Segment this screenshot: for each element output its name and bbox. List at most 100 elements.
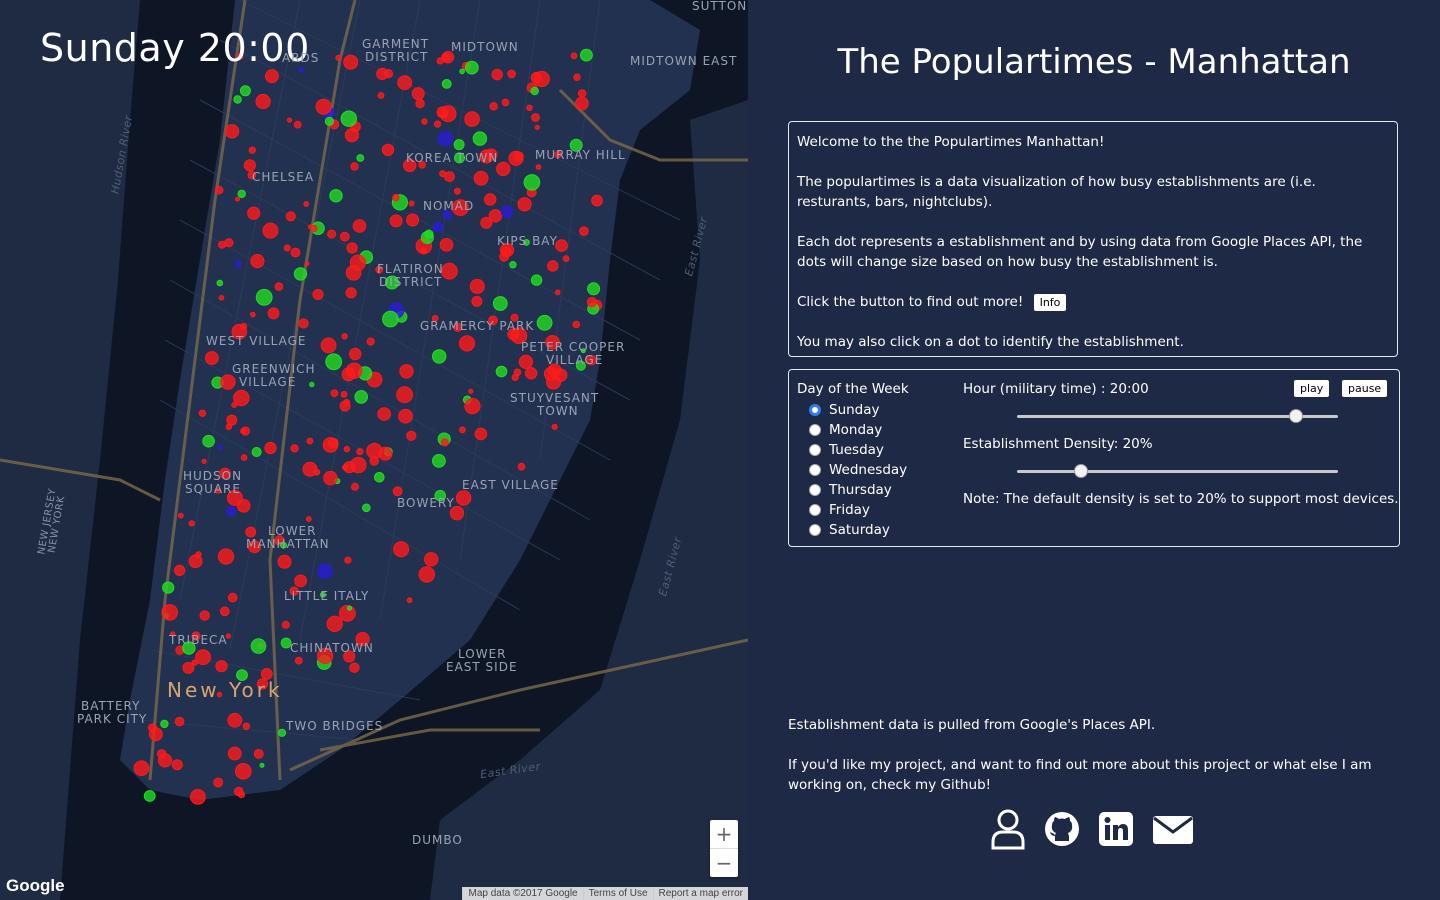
establishment-dot[interactable] [250,638,267,654]
establishment-dot[interactable] [227,592,238,603]
linkedin-icon[interactable] [1098,811,1134,847]
establishment-dot[interactable] [399,364,414,379]
establishment-dot[interactable] [439,105,457,123]
establishment-dot[interactable] [344,128,359,143]
establishment-dot[interactable] [251,447,262,457]
establishment-dot[interactable] [239,85,251,97]
establishment-dot[interactable] [290,247,301,258]
establishment-dot[interactable] [190,789,206,805]
establishment-dot[interactable] [408,200,415,207]
establishment-dot[interactable] [513,151,524,162]
establishment-dot[interactable] [188,520,195,527]
establishment-dot[interactable] [227,712,243,728]
establishment-dot[interactable] [343,445,351,453]
establishment-dot[interactable] [285,211,296,222]
establishment-dot[interactable] [397,75,413,91]
establishment-dot[interactable] [382,310,399,328]
establishment-dot[interactable] [420,247,428,255]
day-option-wednesday[interactable]: Wednesday [797,460,909,480]
establishment-dot[interactable] [418,566,435,583]
establishment-dot[interactable] [535,164,542,170]
establishment-dot[interactable] [439,170,447,178]
establishment-dot[interactable] [421,118,428,125]
establishment-dot[interactable] [432,454,446,468]
github-icon[interactable] [1044,811,1080,847]
report-error-link[interactable]: Report a map error [652,887,748,900]
day-option-thursday[interactable]: Thursday [797,480,909,500]
establishment-dot[interactable] [329,189,343,203]
establishment-dot[interactable] [511,373,519,381]
establishment-dot[interactable] [201,458,207,464]
establishment-dot[interactable] [455,490,472,506]
establishment-dot[interactable] [500,205,514,219]
establishment-dot[interactable] [327,229,337,239]
establishment-dot[interactable] [293,120,302,129]
establishment-dot[interactable] [572,320,581,329]
establishment-dot[interactable] [570,52,578,60]
establishment-dot[interactable] [492,296,508,311]
establishment-dot[interactable] [309,381,315,388]
establishment-dot[interactable] [530,86,539,96]
establishment-dot[interactable] [458,335,476,352]
establishment-dot[interactable] [143,790,156,802]
establishment-dot[interactable] [218,295,225,301]
day-option-sunday[interactable]: Sunday [797,400,909,420]
establishment-dot[interactable] [202,434,215,448]
establishment-dot[interactable] [293,267,308,281]
establishment-dot[interactable] [310,224,318,232]
establishment-dot[interactable] [352,219,367,233]
day-radio-monday[interactable] [809,424,821,436]
establishment-dot[interactable] [281,620,290,629]
establishment-dot[interactable] [562,255,570,263]
establishment-dot[interactable] [235,763,252,780]
establishment-dot[interactable] [441,79,452,89]
establishment-dot[interactable] [174,564,186,577]
zoom-in-button[interactable]: + [710,820,738,848]
establishment-dot[interactable] [474,427,488,441]
establishment-dot[interactable] [160,719,169,729]
establishment-dot[interactable] [464,111,480,127]
establishment-dot[interactable] [441,262,458,280]
establishment-dot[interactable] [349,662,360,673]
establishment-dot[interactable] [162,581,175,594]
establishment-dot[interactable] [303,201,310,207]
establishment-dot[interactable] [218,240,226,249]
density-slider[interactable] [1017,464,1338,478]
establishment-dot[interactable] [580,48,593,62]
establishment-dot[interactable] [432,349,447,364]
establishment-dot[interactable] [267,307,280,320]
establishment-dot[interactable] [262,222,279,239]
info-button[interactable]: Info [1033,293,1067,311]
establishment-dot[interactable] [339,400,351,412]
establishment-dot[interactable] [517,462,526,471]
establishment-dot[interactable] [345,287,357,299]
establishment-dot[interactable] [356,448,364,456]
establishment-dot[interactable] [149,727,163,742]
establishment-dot[interactable] [473,170,489,186]
establishment-dot[interactable] [472,131,488,146]
establishment-dot[interactable] [396,386,414,404]
establishment-dot[interactable] [248,146,256,154]
establishment-dot[interactable] [534,124,540,130]
establishment-dot[interactable] [214,185,224,195]
establishment-dot[interactable] [577,89,587,98]
day-option-monday[interactable]: Monday [797,420,909,440]
establishment-dot[interactable] [437,131,453,147]
establishment-dot[interactable] [536,314,553,331]
establishment-dot[interactable] [198,409,207,417]
establishment-dot[interactable] [345,265,362,281]
establishment-dot[interactable] [381,143,395,157]
establishment-dot[interactable] [392,193,400,202]
establishment-dot[interactable] [302,461,318,477]
user-icon[interactable] [990,808,1026,850]
establishment-dot[interactable] [177,512,184,519]
establishment-dot[interactable] [471,295,483,307]
establishment-dot[interactable] [489,102,498,111]
establishment-dot[interactable] [217,548,235,565]
establishment-dot[interactable] [220,374,236,390]
establishment-dot[interactable] [199,610,210,621]
establishment-dot[interactable] [573,73,581,81]
establishment-dot[interactable] [290,444,299,453]
establishment-dot[interactable] [406,430,417,441]
establishment-dot[interactable] [171,759,183,771]
